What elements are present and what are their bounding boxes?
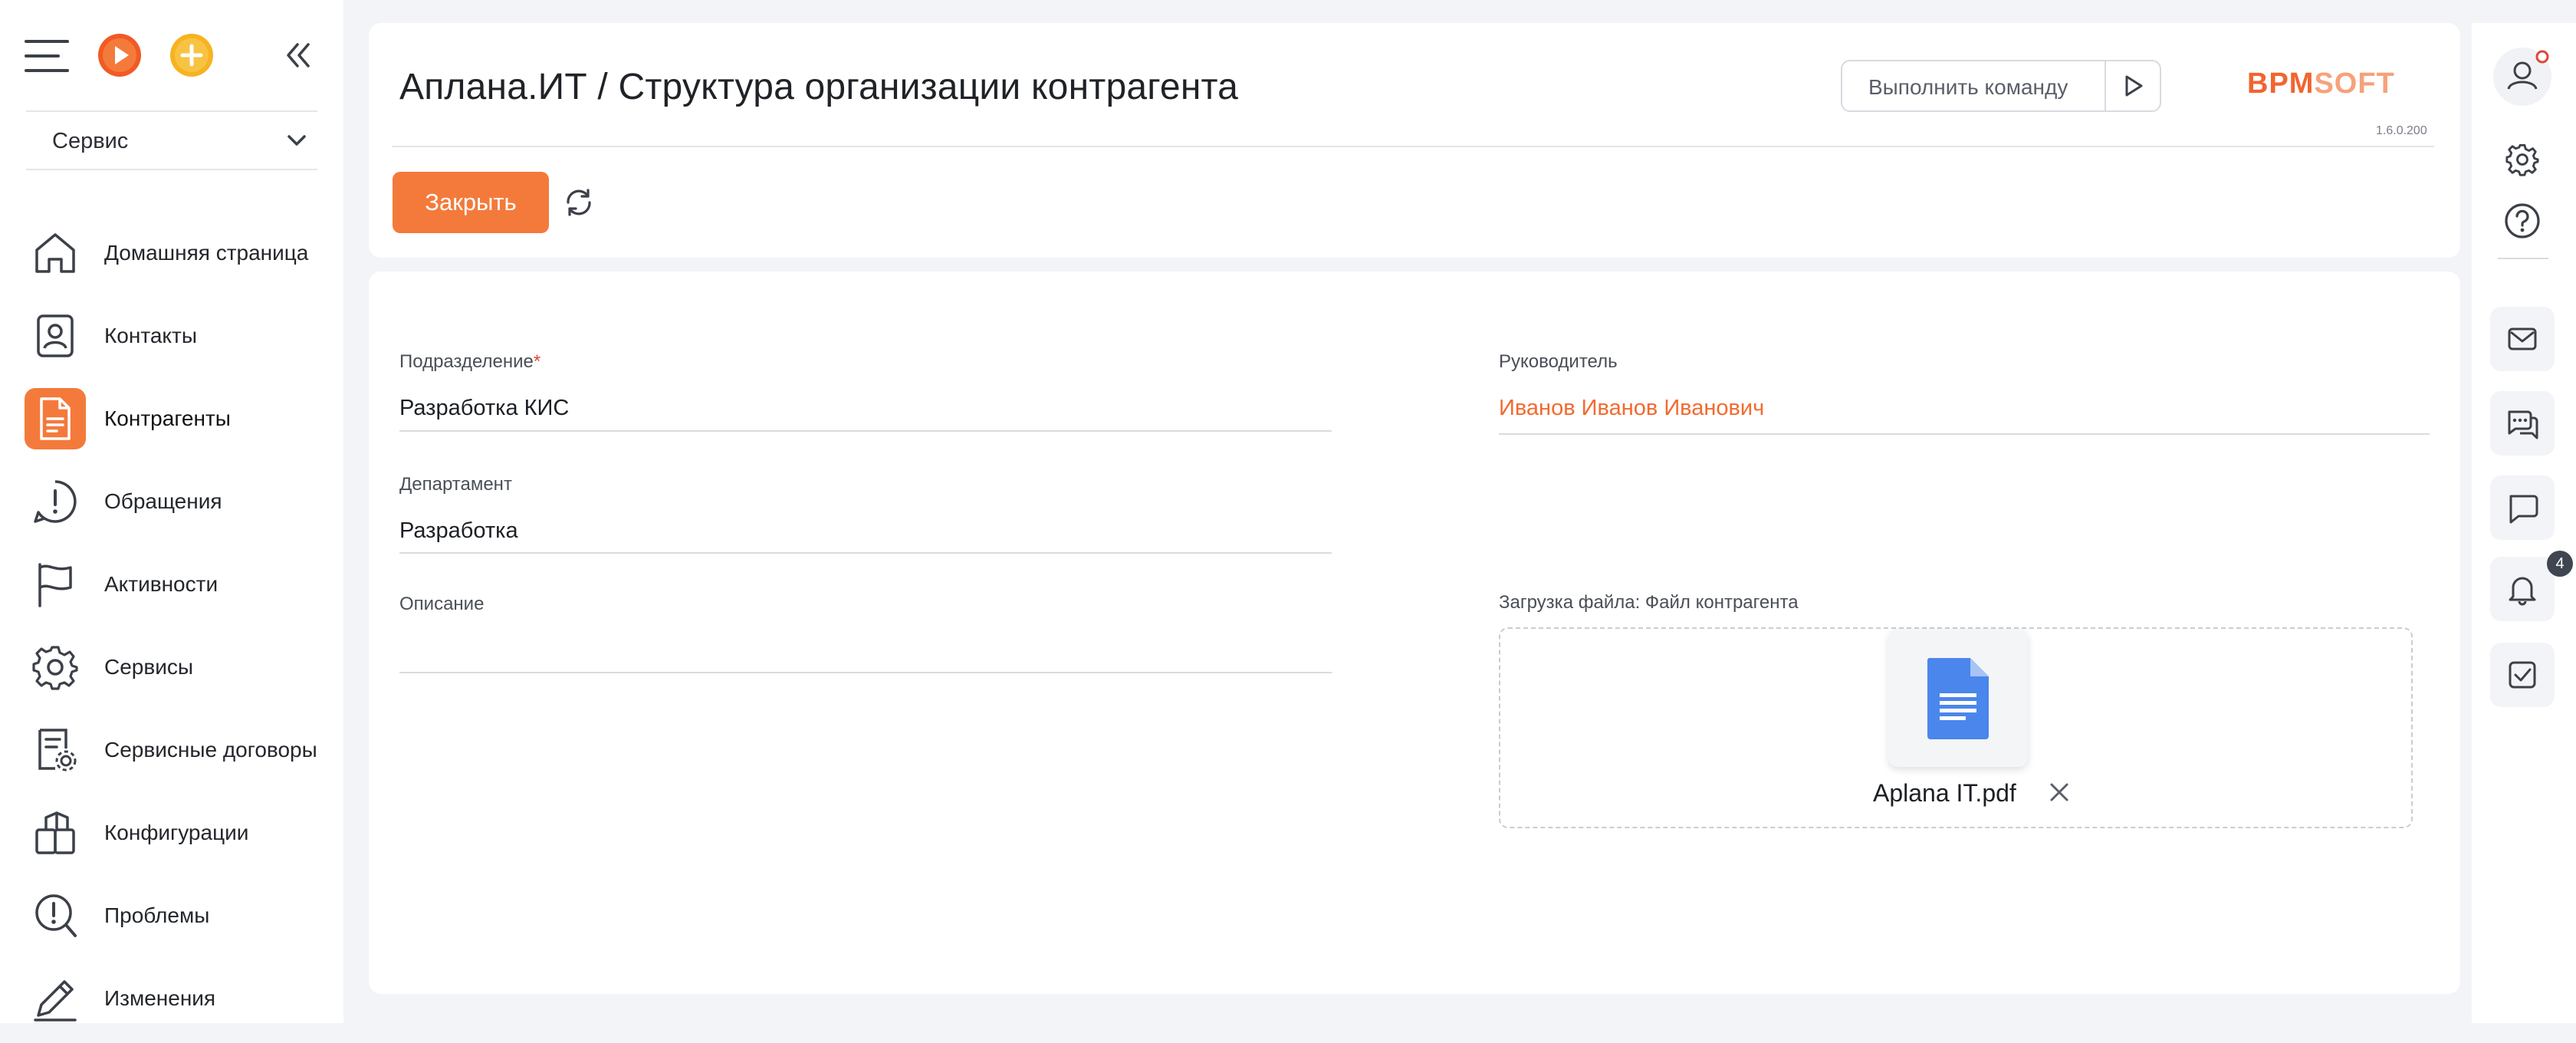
department-underline bbox=[399, 552, 1332, 554]
description-underline bbox=[399, 672, 1332, 673]
play-process-button[interactable] bbox=[97, 32, 143, 78]
add-button[interactable] bbox=[169, 32, 215, 78]
division-underline bbox=[399, 430, 1332, 432]
manager-label: Руководитель bbox=[1499, 351, 1618, 372]
profile-button[interactable] bbox=[2490, 44, 2555, 109]
problem-search-icon bbox=[25, 885, 86, 946]
user-avatar-icon bbox=[2492, 46, 2553, 107]
hamburger-menu-icon[interactable] bbox=[25, 37, 69, 75]
refresh-icon[interactable] bbox=[562, 186, 596, 219]
command-line[interactable]: Выполнить команду bbox=[1841, 60, 2161, 112]
page-title: Аплана.ИТ / Структура организации контра… bbox=[399, 67, 1239, 107]
home-icon bbox=[25, 222, 86, 284]
comments-button[interactable] bbox=[2490, 475, 2555, 540]
sidebar-item-label: Изменения bbox=[104, 986, 216, 1010]
sidebar-item-activities[interactable]: Активности bbox=[25, 540, 328, 623]
chat-bubbles-icon bbox=[2505, 406, 2540, 441]
document-icon bbox=[25, 388, 86, 449]
file-name: Aplana IT.pdf bbox=[1873, 779, 2016, 807]
sidebar-item-cases[interactable]: Обращения bbox=[25, 457, 328, 540]
sidebar-item-problems[interactable]: Проблемы bbox=[25, 871, 328, 954]
manager-field[interactable]: Иванов Иванов Иванович bbox=[1499, 396, 1764, 421]
checkbox-tasks-icon bbox=[2506, 659, 2538, 691]
tasks-button[interactable] bbox=[2490, 643, 2555, 707]
sidebar-item-label: Активности bbox=[104, 572, 219, 596]
envelope-icon bbox=[2506, 323, 2538, 355]
sidebar-item-label: Домашняя страница bbox=[104, 241, 309, 265]
manager-underline bbox=[1499, 433, 2430, 435]
run-command-button[interactable] bbox=[2104, 61, 2160, 110]
pencil-icon bbox=[25, 968, 86, 1029]
sidebar-item-service-contracts[interactable]: Сервисные договоры bbox=[25, 706, 328, 788]
chat-button[interactable] bbox=[2490, 391, 2555, 456]
sidebar-item-contacts[interactable]: Контакты bbox=[25, 291, 328, 374]
command-input[interactable]: Выполнить команду bbox=[1868, 75, 2068, 100]
sidebar-item-label: Проблемы bbox=[104, 903, 210, 927]
notifications-count-badge: 4 bbox=[2547, 551, 2573, 577]
chevron-down-icon bbox=[285, 129, 308, 152]
sidebar-item-label: Сервисные договоры bbox=[104, 738, 317, 762]
right-rail: 4 bbox=[2472, 23, 2576, 1023]
sidebar-nav: Домашняя страница Контакты Контрагенты О… bbox=[25, 209, 328, 1037]
workspace-selector[interactable]: Сервис bbox=[26, 110, 317, 170]
sidebar-item-services[interactable]: Сервисы bbox=[25, 623, 328, 706]
notifications-button[interactable]: 4 bbox=[2490, 551, 2573, 621]
division-label: Подразделение* bbox=[399, 351, 540, 373]
sidebar-item-label: Обращения bbox=[104, 489, 222, 513]
remove-file-icon[interactable] bbox=[2048, 781, 2071, 804]
version-label: 1.6.0.200 bbox=[2376, 124, 2427, 137]
help-icon[interactable] bbox=[2490, 189, 2555, 253]
bpmsoft-logo: BPMSOFT bbox=[2247, 67, 2395, 100]
sidebar-item-home[interactable]: Домашняя страница bbox=[25, 209, 328, 291]
sidebar-item-changes[interactable]: Изменения bbox=[25, 954, 328, 1037]
flag-icon bbox=[25, 554, 86, 615]
document-file-icon bbox=[1924, 655, 1992, 741]
settings-gear-icon[interactable] bbox=[2490, 127, 2555, 192]
logo-part-b: SOFT bbox=[2314, 67, 2395, 100]
sidebar-item-accounts[interactable]: Контрагенты bbox=[25, 374, 328, 457]
rail-divider bbox=[2498, 258, 2548, 259]
contact-card-icon bbox=[25, 305, 86, 367]
division-field[interactable]: Разработка КИС bbox=[399, 396, 569, 421]
required-mark: * bbox=[533, 351, 541, 372]
email-button[interactable] bbox=[2490, 307, 2555, 371]
gear-icon bbox=[25, 637, 86, 698]
upload-label: Загрузка файла: Файл контрагента bbox=[1499, 592, 1799, 613]
description-field[interactable] bbox=[399, 632, 1332, 663]
sidebar-item-label: Контрагенты bbox=[104, 406, 231, 430]
record-form-card: Подразделение* Разработка КИС Руководите… bbox=[369, 271, 2460, 994]
alert-circle-icon bbox=[25, 471, 86, 532]
file-upload-area[interactable]: Aplana IT.pdf bbox=[1499, 627, 2413, 828]
file-thumbnail[interactable] bbox=[1888, 629, 2028, 767]
department-label: Департамент bbox=[399, 474, 512, 495]
sidebar-item-label: Контакты bbox=[104, 324, 197, 347]
logo-part-a: BPM bbox=[2247, 67, 2315, 100]
page-header-card: Аплана.ИТ / Структура организации контра… bbox=[369, 23, 2460, 258]
config-boxes-icon bbox=[25, 802, 86, 864]
comment-icon bbox=[2506, 492, 2538, 524]
sidebar-item-configurations[interactable]: Конфигурации bbox=[25, 788, 328, 871]
workspace-label: Сервис bbox=[52, 129, 129, 153]
sidebar-item-label: Сервисы bbox=[104, 655, 194, 679]
department-field[interactable]: Разработка bbox=[399, 518, 518, 544]
bell-icon bbox=[2505, 572, 2539, 606]
left-sidebar: Сервис Домашняя страница Контакты Контра… bbox=[0, 0, 343, 1023]
header-divider bbox=[392, 146, 2434, 147]
division-label-text: Подразделение bbox=[399, 351, 534, 372]
description-label: Описание bbox=[399, 594, 485, 614]
collapse-sidebar-icon[interactable] bbox=[284, 41, 311, 69]
sidebar-topbar bbox=[25, 32, 316, 78]
sidebar-item-label: Конфигурации bbox=[104, 821, 249, 844]
close-button[interactable]: Закрыть bbox=[393, 172, 549, 233]
contract-gear-icon bbox=[25, 719, 86, 781]
